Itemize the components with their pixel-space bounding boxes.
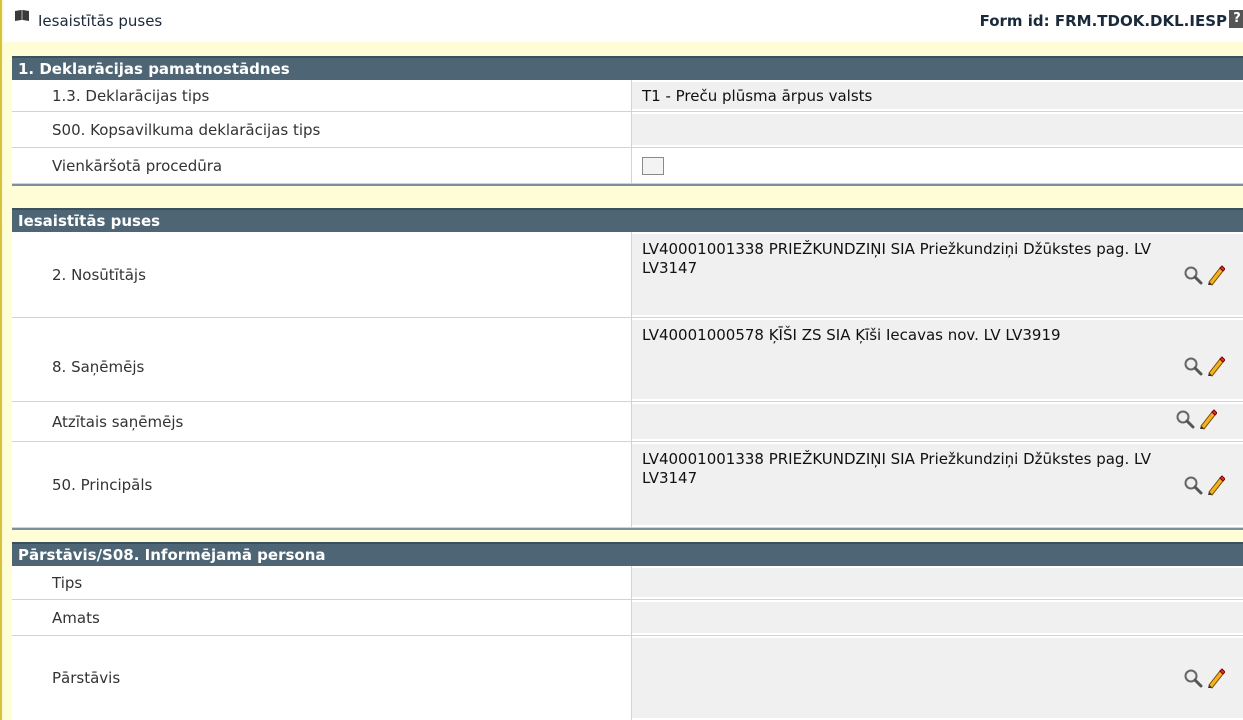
form-frame: Iesaistītās puses Form id: FRM.TDOK.DKL.… [0,0,1243,720]
help-icon[interactable]: ? [1229,10,1243,28]
field-label: 8. Saņēmējs [12,318,632,401]
title-bar: Iesaistītās puses Form id: FRM.TDOK.DKL.… [4,0,1243,42]
row-consignee: 8. Saņēmējs LV40001000578 ĶĪŠI ZS SIA Ķī… [12,318,1243,402]
declaration-type-field[interactable]: T1 - Preču plūsma ārpus valsts [632,82,1243,109]
simplified-procedure-checkbox[interactable] [642,156,664,175]
section-declaration-basics: 1. Deklarācijas pamatnostādnes 1.3. Dekl… [12,56,1243,186]
field-label: S00. Kopsavilkuma deklarācijas tips [12,112,632,147]
pencil-icon[interactable] [1205,667,1225,689]
field-label: Amats [12,600,632,635]
row-position: Amats [12,600,1243,636]
row-authorised-consignee: Atzītais saņēmējs [12,402,1243,442]
section-involved-parties: Iesaistītās puses 2. Nosūtītājs LV400010… [12,208,1243,530]
field-label: Vienkāršotā procedūra [12,148,632,183]
field-value: LV40001001338 PRIEŽKUNDZIŅI SIA Priežkun… [642,240,1151,277]
field-actions [1183,355,1225,377]
field-label: Atzītais saņēmējs [12,402,632,441]
principal-field[interactable]: LV40001001338 PRIEŽKUNDZIŅI SIA Priežkun… [632,444,1243,525]
representative-field[interactable] [632,638,1243,718]
simplified-procedure-field [632,150,1243,181]
field-value: LV40001000578 ĶĪŠI ZS SIA Ķīši Iecavas n… [642,326,1061,344]
field-label: Tips [12,566,632,599]
consignee-field[interactable]: LV40001000578 ĶĪŠI ZS SIA Ķīši Iecavas n… [632,320,1243,399]
section-divider [12,528,1243,530]
field-label: 1.3. Deklarācijas tips [12,80,632,111]
row-summary-declaration-type: S00. Kopsavilkuma deklarācijas tips [12,112,1243,148]
magnifier-icon[interactable] [1175,408,1195,430]
pencil-icon[interactable] [1197,408,1217,430]
row-declaration-type: 1.3. Deklarācijas tips T1 - Preču plūsma… [12,80,1243,112]
pencil-icon[interactable] [1205,355,1225,377]
field-label: 2. Nosūtītājs [12,232,632,317]
row-type: Tips [12,566,1243,600]
form-id-label: Form id: FRM.TDOK.DKL.IESP [979,12,1227,30]
section-divider [12,184,1243,186]
row-simplified-procedure: Vienkāršotā procedūra [12,148,1243,184]
magnifier-icon[interactable] [1183,355,1203,377]
row-representative: Pārstāvis [12,636,1243,720]
field-actions [1175,408,1217,430]
magnifier-icon[interactable] [1183,264,1203,286]
section-header: Iesaistītās puses [12,208,1243,232]
row-principal: 50. Principāls LV40001001338 PRIEŽKUNDZI… [12,442,1243,528]
consignor-field[interactable]: LV40001001338 PRIEŽKUNDZIŅI SIA Priežkun… [632,234,1243,315]
section-header: Pārstāvis/S08. Informējamā persona [12,542,1243,566]
field-actions [1183,667,1225,689]
field-actions [1183,264,1225,286]
field-value: T1 - Preču plūsma ārpus valsts [642,86,873,105]
row-consignor: 2. Nosūtītājs LV40001001338 PRIEŽKUNDZIŅ… [12,232,1243,318]
field-label: Pārstāvis [12,636,632,720]
magnifier-icon[interactable] [1183,667,1203,689]
magnifier-icon[interactable] [1183,474,1203,496]
type-field[interactable] [632,568,1243,597]
authorised-consignee-field[interactable] [632,404,1243,439]
section-representative: Pārstāvis/S08. Informējamā persona Tips … [12,542,1243,720]
pencil-icon[interactable] [1205,474,1225,496]
book-icon [15,10,29,21]
summary-declaration-type-field[interactable] [632,114,1243,145]
field-actions [1183,474,1225,496]
pencil-icon[interactable] [1205,264,1225,286]
field-label: 50. Principāls [12,442,632,527]
section-header: 1. Deklarācijas pamatnostādnes [12,56,1243,80]
field-value: LV40001001338 PRIEŽKUNDZIŅI SIA Priežkun… [642,450,1151,487]
page-title: Iesaistītās puses [38,12,163,30]
position-field[interactable] [632,602,1243,633]
